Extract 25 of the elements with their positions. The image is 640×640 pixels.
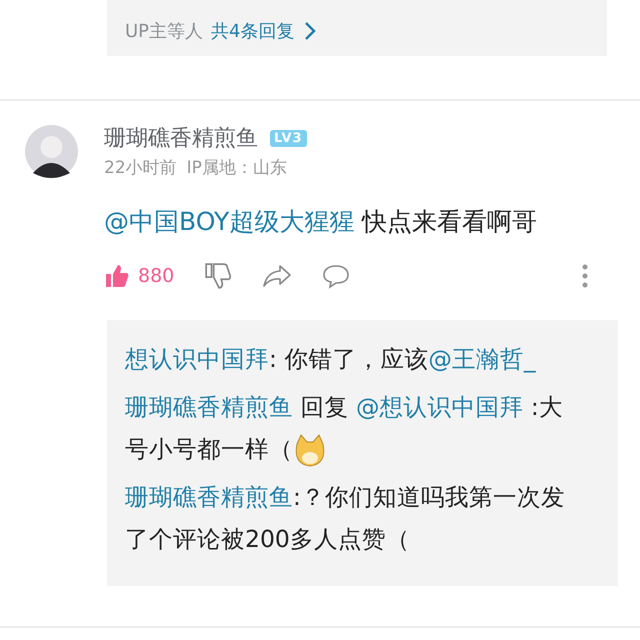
emoji-icon [293,434,327,468]
dislike-button[interactable] [204,262,232,290]
chevron-right-icon [304,21,316,41]
username-link[interactable]: 珊瑚礁香精煎鱼 [125,483,293,511]
thumbs-up-icon [104,263,130,289]
like-button[interactable]: 880 [104,263,174,289]
mention-link[interactable]: @想认识中国拜 [356,393,524,421]
username[interactable]: 珊瑚礁香精煎鱼 [104,123,258,153]
username-link[interactable]: 想认识中国拜 [125,345,269,373]
reply-authors-label: UP主等人 [125,20,204,43]
share-button[interactable] [262,263,292,289]
mention-link[interactable]: @王瀚哲_ [428,345,536,373]
post-time: 22小时前 [104,157,177,179]
reply-text: 珊瑚礁香精煎鱼 回复 @想认识中国拜 :大号小号都一样（ [125,386,568,470]
reply-text: 想认识中国拜: 你错了，应该@王瀚哲_ [125,344,537,375]
avatar[interactable] [25,125,78,178]
reply-text: 珊瑚礁香精煎鱼:？你们知道吗我第一次发了个评论被200多人点赞（ [125,482,566,555]
level-badge: LV3 [270,130,307,146]
ip-location: IP属地：山东 [186,157,287,179]
view-replies-link[interactable]: 共4条回复 [211,19,316,43]
username-link[interactable]: 珊瑚礁香精煎鱼 [125,393,293,421]
mention-link[interactable]: @中国BOY超级大猩猩 [104,207,354,236]
more-options-icon[interactable] [582,264,588,288]
reply-button[interactable] [322,263,350,289]
comment-text: @中国BOY超级大猩猩 快点来看看啊哥 [104,206,538,238]
